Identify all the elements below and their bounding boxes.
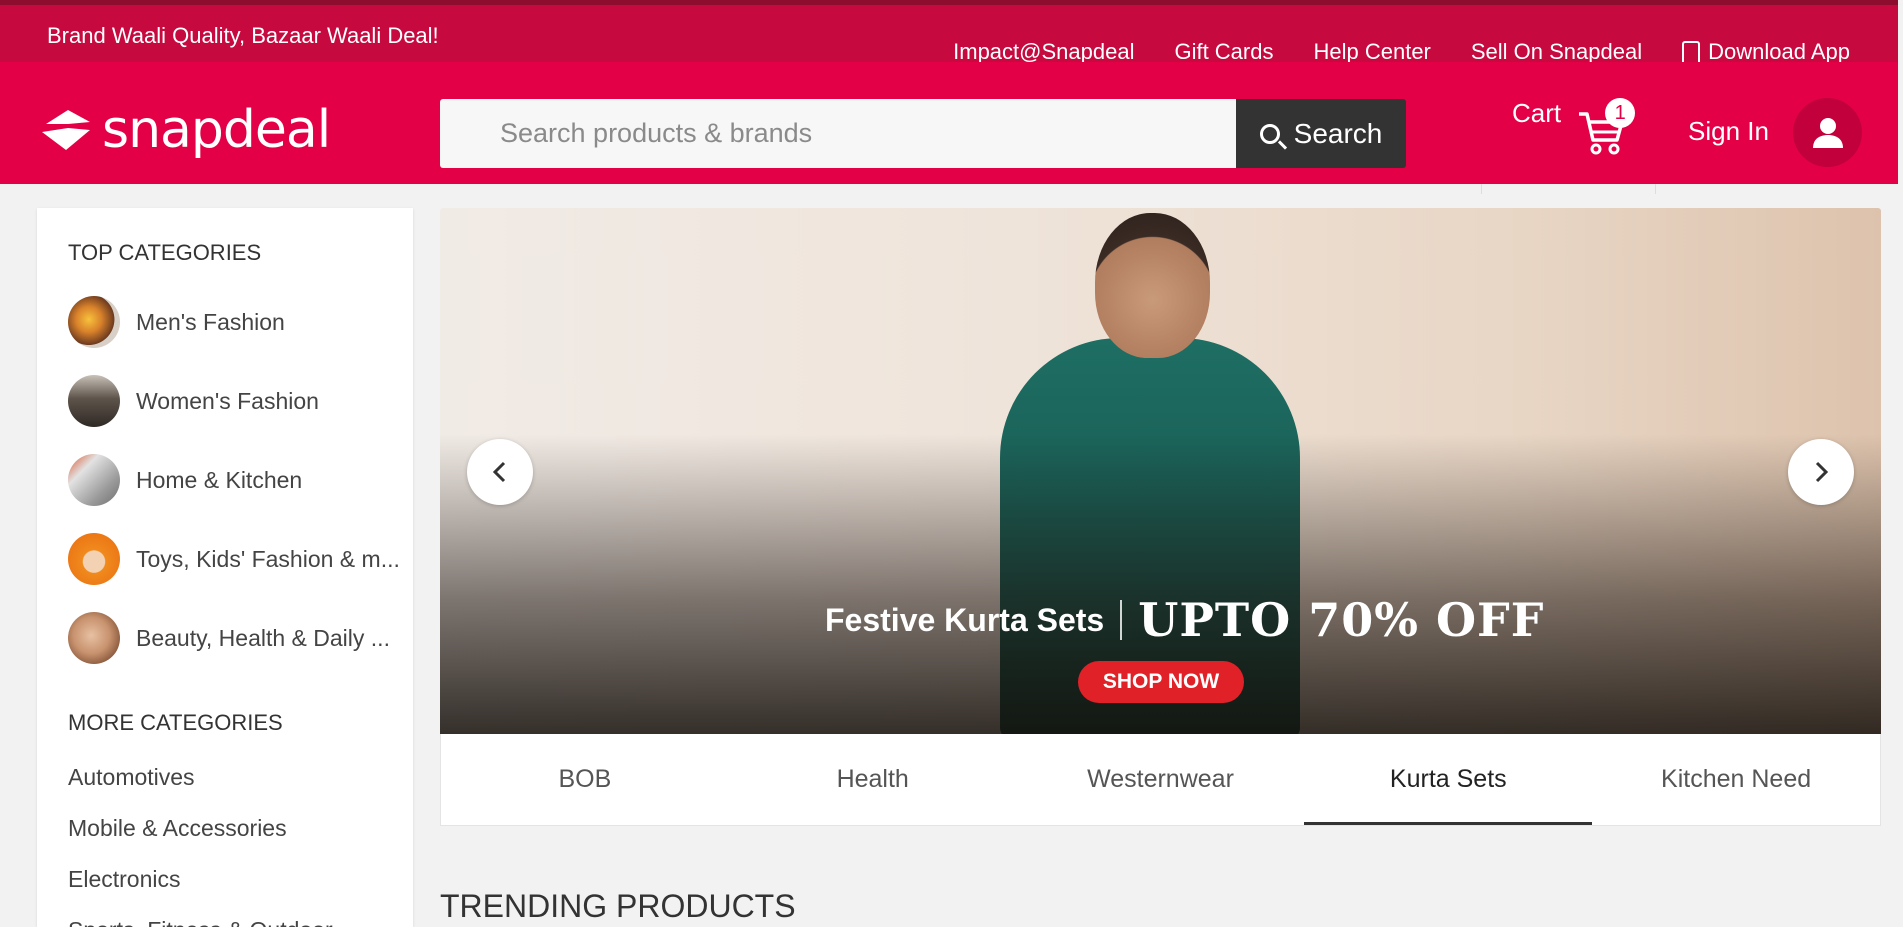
category-thumbnail	[68, 375, 120, 427]
category-mens-fashion[interactable]: Men's Fashion	[68, 296, 285, 348]
category-thumbnail	[68, 296, 120, 348]
hero-banner[interactable]: Festive Kurta Sets UPTO 70% OFF SHOP NOW	[440, 208, 1881, 734]
more-category-sports[interactable]: Sports, Fitness & Outdoor	[68, 917, 333, 927]
user-avatar[interactable]	[1793, 98, 1862, 167]
logo-text: snapdeal	[102, 100, 331, 160]
cart-count-badge: 1	[1605, 98, 1636, 128]
cart-button[interactable]: Cart 1	[1512, 98, 1636, 156]
search-bar: Search	[440, 99, 1406, 168]
sign-in-link[interactable]: Sign In	[1688, 116, 1769, 147]
search-button[interactable]: Search	[1236, 99, 1406, 168]
chevron-left-icon	[492, 461, 506, 483]
shop-now-button[interactable]: SHOP NOW	[1078, 661, 1244, 703]
cart-label: Cart	[1512, 98, 1562, 128]
tagline: Brand Waali Quality, Bazaar Waali Deal!	[47, 23, 439, 48]
category-beauty-health[interactable]: Beauty, Health & Daily ...	[68, 612, 390, 664]
chevron-right-icon	[1815, 461, 1829, 483]
banner-headline-big: UPTO 70% OFF	[1138, 593, 1545, 647]
banner-headline: Festive Kurta Sets UPTO 70% OFF	[825, 593, 1544, 647]
header-divider	[1655, 184, 1656, 194]
banner-tabs: BOB Health Westernwear Kurta Sets Kitche…	[440, 734, 1881, 826]
category-home-kitchen[interactable]: Home & Kitchen	[68, 454, 302, 506]
tab-kurta-sets[interactable]: Kurta Sets	[1304, 734, 1592, 825]
category-toys-kids[interactable]: Toys, Kids' Fashion & m...	[68, 533, 400, 585]
search-icon	[1259, 123, 1280, 144]
category-label: Beauty, Health & Daily ...	[136, 624, 390, 651]
banner-separator	[1120, 600, 1123, 640]
search-input[interactable]	[440, 99, 1236, 168]
carousel-next-button[interactable]	[1788, 439, 1854, 505]
snapdeal-logo-icon	[42, 110, 90, 150]
header-divider	[1481, 184, 1482, 194]
tab-health[interactable]: Health	[729, 734, 1017, 825]
banner-model-head	[1095, 213, 1210, 358]
category-sidebar: TOP CATEGORIES Men's Fashion Women's Fas…	[37, 208, 413, 927]
carousel-prev-button[interactable]	[467, 439, 533, 505]
category-womens-fashion[interactable]: Women's Fashion	[68, 375, 319, 427]
more-categories-heading: MORE CATEGORIES	[68, 710, 283, 735]
top-promo-bar: Brand Waali Quality, Bazaar Waali Deal! …	[0, 0, 1898, 69]
category-label: Women's Fashion	[136, 387, 319, 414]
main-header: snapdeal Search Cart 1 Sign In	[0, 62, 1898, 194]
tab-bob[interactable]: BOB	[441, 734, 729, 825]
category-label: Toys, Kids' Fashion & m...	[136, 545, 400, 572]
cart-icon: 1	[1577, 98, 1636, 156]
trending-products-title: TRENDING PRODUCTS	[440, 888, 796, 924]
more-category-automotives[interactable]: Automotives	[68, 764, 195, 791]
top-categories-heading: TOP CATEGORIES	[68, 240, 262, 265]
user-icon	[1812, 117, 1843, 148]
banner-headline-small: Festive Kurta Sets	[825, 601, 1105, 638]
search-button-label: Search	[1293, 117, 1383, 149]
category-thumbnail	[68, 612, 120, 664]
category-label: Men's Fashion	[136, 308, 285, 335]
snapdeal-logo[interactable]: snapdeal	[38, 100, 331, 160]
category-thumbnail	[68, 454, 120, 506]
more-category-electronics[interactable]: Electronics	[68, 866, 180, 893]
more-category-mobile[interactable]: Mobile & Accessories	[68, 815, 287, 842]
tab-westernwear[interactable]: Westernwear	[1017, 734, 1305, 825]
category-thumbnail	[68, 533, 120, 585]
category-label: Home & Kitchen	[136, 466, 303, 493]
tab-kitchen-need[interactable]: Kitchen Need	[1592, 734, 1880, 825]
